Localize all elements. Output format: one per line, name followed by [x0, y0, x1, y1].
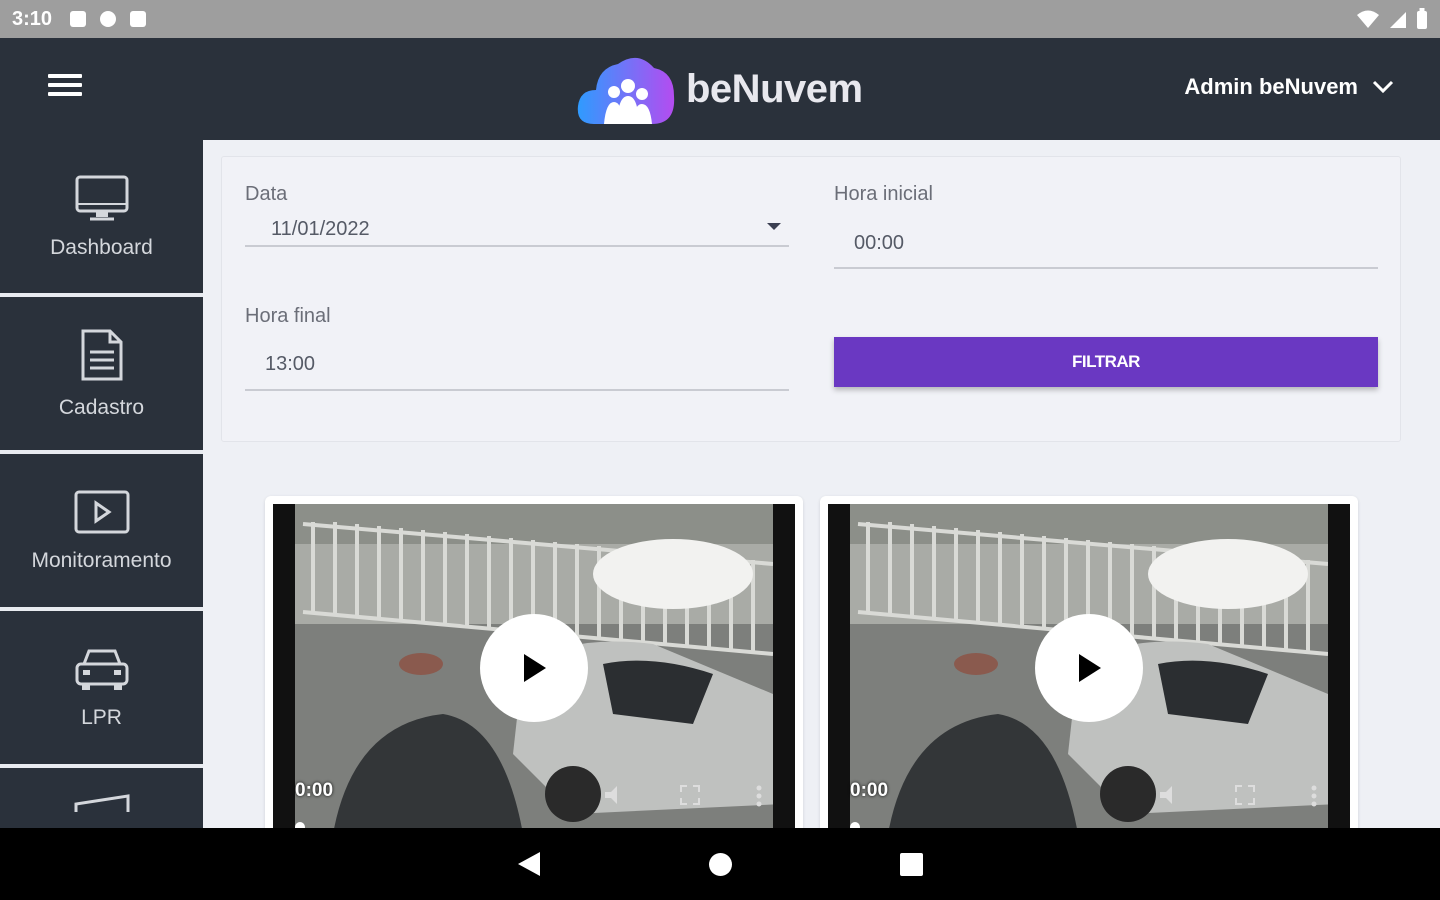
system-nav-bar: [0, 828, 1440, 900]
notification-icons: [70, 11, 147, 27]
start-time-label: Hora inicial: [834, 183, 933, 205]
play-button[interactable]: [480, 614, 588, 722]
video-time: 0:00: [850, 780, 889, 801]
date-value: 11/01/2022: [271, 217, 370, 240]
sidebar-item-label: Dashboard: [50, 235, 153, 259]
menu-line: [48, 92, 82, 96]
status-time: 3:10: [12, 7, 53, 30]
video-card: 0:00: [820, 496, 1358, 828]
end-time-label: Hora final: [245, 305, 331, 327]
fullscreen-icon[interactable]: [1234, 784, 1256, 806]
play-button[interactable]: [1035, 614, 1143, 722]
document-icon: [81, 329, 122, 380]
filter-card: Data 11/01/2022 Hora inicial 00:00 Hora …: [221, 156, 1401, 442]
signal-icon: [1390, 12, 1406, 28]
more-options-icon[interactable]: [755, 784, 763, 808]
start-time-value: 00:00: [854, 231, 905, 254]
sidebar-item-dashboard[interactable]: Dashboard: [0, 140, 203, 297]
start-time-input[interactable]: 00:00: [834, 219, 1378, 269]
hamburger-menu-button[interactable]: [48, 74, 82, 104]
video-time: 0:00: [295, 780, 334, 801]
monitor-icon: [75, 175, 128, 220]
system-icons: [1356, 8, 1428, 30]
date-select[interactable]: 11/01/2022: [245, 213, 789, 247]
play-icon: [1079, 654, 1101, 682]
user-menu-button[interactable]: Admin beNuvem: [1184, 74, 1394, 100]
app-icon: [100, 11, 117, 27]
video-player[interactable]: 0:00: [828, 504, 1350, 828]
sidebar-item-cadastro[interactable]: Cadastro: [0, 297, 203, 454]
end-time-value: 13:00: [265, 352, 316, 375]
filter-button[interactable]: FILTRAR: [834, 337, 1378, 387]
partial-icon: [74, 794, 129, 812]
main-content: Data 11/01/2022 Hora inicial 00:00 Hora …: [203, 140, 1440, 828]
menu-line: [48, 83, 82, 87]
date-label: Data: [245, 183, 288, 205]
car-icon: [75, 649, 128, 690]
video-player[interactable]: 0:00: [273, 504, 795, 828]
back-button[interactable]: [518, 852, 540, 876]
cloud-people-icon: [577, 57, 675, 124]
battery-icon: [1417, 8, 1427, 29]
status-bar: 3:10: [0, 0, 1440, 38]
app-header: beNuvem Admin beNuvem: [0, 38, 1440, 140]
sidebar-item-lpr[interactable]: LPR: [0, 611, 203, 768]
wifi-icon: [1357, 10, 1379, 28]
chevron-down-icon: [1372, 80, 1394, 94]
caret-down-icon: [767, 223, 781, 230]
end-time-input[interactable]: 13:00: [245, 339, 789, 391]
brand-logo: beNuvem: [576, 50, 863, 128]
video-card: 0:00: [265, 496, 803, 828]
fullscreen-icon[interactable]: [679, 784, 701, 806]
user-name: Admin beNuvem: [1184, 74, 1358, 99]
sidebar-item-more[interactable]: [0, 768, 203, 828]
volume-icon[interactable]: [1158, 784, 1182, 806]
menu-line: [48, 74, 82, 78]
volume-icon[interactable]: [603, 784, 627, 806]
sidebar-item-monitoramento[interactable]: Monitoramento: [0, 454, 203, 611]
play-square-icon: [74, 490, 129, 533]
brand-name: beNuvem: [686, 66, 863, 111]
sidebar: Dashboard Cadastro Monitoramento LPR: [0, 140, 203, 828]
sd-card-icon: [130, 11, 147, 27]
play-icon: [524, 654, 546, 682]
recent-apps-button[interactable]: [900, 853, 923, 876]
sidebar-item-label: LPR: [81, 705, 122, 729]
sidebar-item-label: Monitoramento: [31, 548, 172, 572]
notification-icon: [70, 11, 87, 27]
sidebar-item-label: Cadastro: [58, 395, 145, 419]
more-options-icon[interactable]: [1310, 784, 1318, 808]
home-button[interactable]: [709, 853, 732, 876]
